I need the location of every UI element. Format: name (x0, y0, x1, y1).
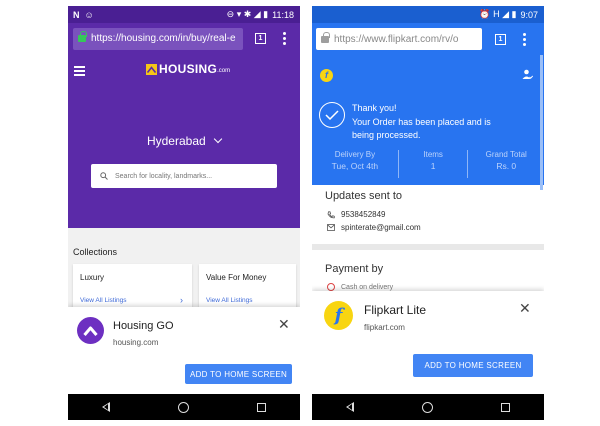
home-icon[interactable] (178, 401, 189, 413)
back-icon[interactable] (102, 402, 110, 412)
notification-icon: N (73, 9, 80, 20)
home-icon[interactable] (422, 401, 433, 413)
browser-toolbar: https://housing.com/in/buy/real-e 1 (68, 23, 300, 54)
city-name: Hyderabad (146, 134, 206, 148)
recent-apps-icon[interactable] (257, 402, 266, 412)
chevron-right-icon: › (180, 295, 183, 305)
check-circle-icon (319, 102, 345, 128)
search-icon (100, 172, 108, 180)
card-title: Luxury (80, 273, 105, 282)
payment-method-row: Cash on delivery (327, 283, 393, 291)
flipkart-logo-icon[interactable]: f (320, 69, 333, 82)
chevron-down-icon (213, 134, 223, 144)
summary-label: Grand Total (485, 150, 527, 159)
banner-domain: housing.com (113, 338, 159, 347)
more-options-icon[interactable] (523, 32, 526, 46)
banner-app-name: Flipkart Lite (364, 303, 427, 317)
address-bar[interactable]: https://www.flipkart.com/rv/o (316, 28, 482, 50)
collection-card-luxury[interactable]: Luxury View All Listings › (73, 264, 192, 310)
add-to-home-banner: Housing GO housing.com ✕ ADD TO HOME SCR… (68, 307, 300, 394)
url-text: https://www.flipkart.com/rv/o (334, 33, 459, 45)
status-bar: ⏰ H ◢ ▮ 9:07 (312, 6, 544, 23)
summary-value: 1 (430, 161, 436, 171)
add-to-home-button[interactable]: ADD TO HOME SCREEN (185, 364, 292, 384)
android-nav-bar (68, 394, 300, 420)
payment-method: Cash on delivery (341, 283, 394, 291)
section-divider (312, 244, 544, 250)
thank-you-text: Thank you! (352, 103, 397, 113)
city-selector[interactable]: Hyderabad (68, 134, 300, 148)
summary-total: Grand Total Rs. 0 (468, 150, 544, 178)
summary-label: Items (423, 150, 443, 159)
banner-app-name: Housing GO (113, 320, 174, 332)
tab-switcher-button[interactable]: 1 (495, 33, 506, 45)
status-time: 11:18 (272, 9, 294, 20)
view-all-link[interactable]: View All Listings (206, 297, 253, 304)
phone-number: 9538452849 (341, 210, 386, 219)
add-to-home-banner: f Flipkart Lite flipkart.com ✕ ADD TO HO… (312, 291, 544, 394)
house-logo-icon (146, 63, 157, 75)
more-options-icon[interactable] (283, 32, 286, 45)
add-to-home-button[interactable]: ADD TO HOME SCREEN (413, 354, 533, 377)
mail-icon (327, 224, 335, 231)
phone-row: 9538452849 (327, 210, 386, 219)
search-input[interactable]: Search for locality, landmarks... (91, 164, 277, 188)
scrollbar[interactable] (540, 55, 543, 190)
recent-apps-icon[interactable] (501, 402, 510, 412)
order-confirmation-header: f Thank you! Your Order has been placed … (312, 55, 544, 185)
email-address: spinterate@gmail.com (341, 223, 421, 232)
summary-value: Tue, Oct 4th (331, 161, 379, 171)
lock-icon (321, 31, 330, 43)
status-time: 9:07 (520, 9, 538, 20)
back-icon[interactable] (346, 402, 354, 412)
url-text: https://housing.com/in/buy/real-e (91, 33, 236, 44)
summary-value: Rs. 0 (496, 161, 517, 171)
close-icon[interactable]: ✕ (278, 317, 290, 331)
updates-title: Updates sent to (325, 190, 403, 202)
account-icon[interactable] (522, 69, 533, 80)
status-icons: ⊖ ▾ ✱ ◢ ▮ (226, 9, 269, 19)
logo-text: HOUSING (159, 62, 218, 76)
summary-items: Items 1 (399, 150, 469, 178)
status-icons: ⏰ H ◢ ▮ (479, 9, 517, 19)
android-nav-bar (312, 394, 544, 420)
order-status-message: Your Order has been placed and is being … (352, 117, 491, 140)
payment-title: Payment by (325, 263, 384, 275)
order-summary: Delivery By Tue, Oct 4th Items 1 Grand T… (312, 150, 544, 178)
phone-icon (327, 210, 335, 218)
banner-domain: flipkart.com (364, 323, 405, 332)
summary-label: Delivery By (334, 150, 376, 159)
status-bar: N ☺ ⊖ ▾ ✱ ◢ ▮ 11:18 (68, 6, 300, 23)
close-icon[interactable]: ✕ (519, 301, 531, 315)
search-placeholder: Search for locality, landmarks... (115, 172, 213, 180)
flipkart-phone-screen: ⏰ H ◢ ▮ 9:07 https://www.flipkart.com/rv… (312, 6, 544, 420)
collections-title: Collections (73, 247, 118, 257)
housing-logo[interactable]: HOUSING .com (146, 62, 230, 76)
lock-icon (78, 31, 87, 42)
flipkart-app-icon: f (324, 301, 353, 330)
email-row: spinterate@gmail.com (327, 223, 421, 232)
hamburger-menu-icon[interactable] (74, 66, 85, 76)
android-icon: ☺ (84, 9, 94, 20)
card-title: Value For Money (206, 273, 267, 282)
browser-toolbar: https://www.flipkart.com/rv/o 1 (312, 23, 544, 55)
housing-app-icon (77, 317, 104, 344)
tab-switcher-button[interactable]: 1 (255, 33, 266, 44)
logo-suffix: .com (217, 68, 231, 74)
view-all-link[interactable]: View All Listings (80, 297, 127, 304)
housing-phone-screen: N ☺ ⊖ ▾ ✱ ◢ ▮ 11:18 https://housing.com/… (68, 6, 300, 420)
address-bar[interactable]: https://housing.com/in/buy/real-e (73, 27, 243, 50)
hero-section: HOUSING .com Hyderabad Search for locali… (68, 54, 300, 228)
collection-card-value[interactable]: Value For Money View All Listings (199, 264, 296, 310)
summary-delivery: Delivery By Tue, Oct 4th (312, 150, 399, 178)
cash-icon (327, 283, 335, 291)
